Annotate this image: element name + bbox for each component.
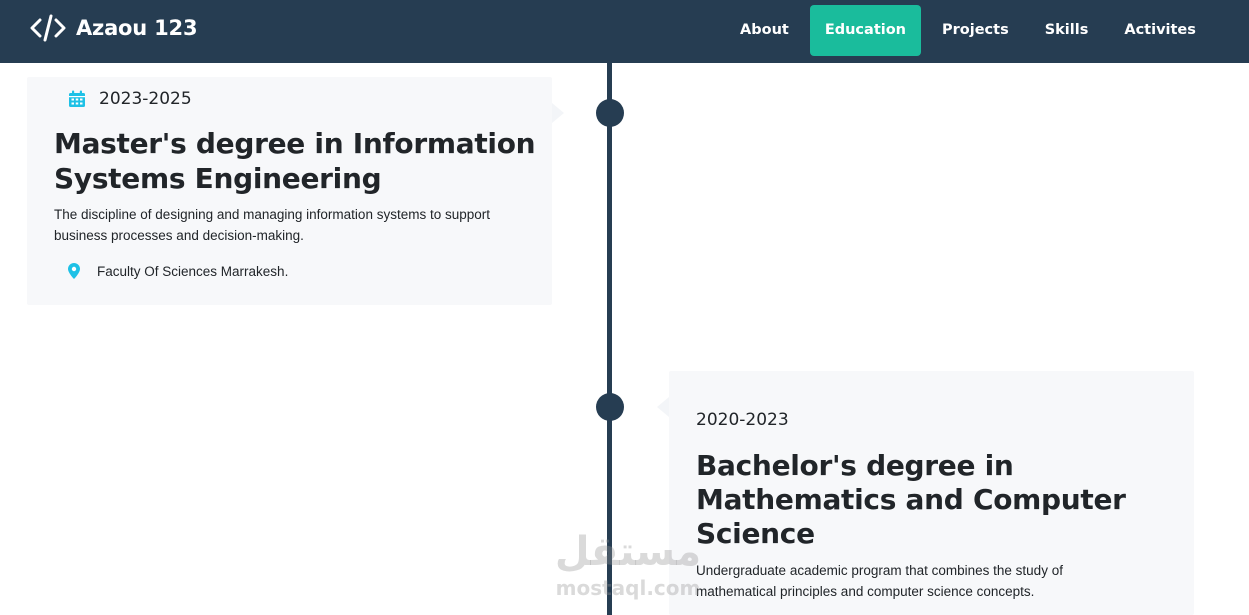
nav-activites[interactable]: Activites [1109, 5, 1211, 56]
nav-projects[interactable]: Projects [927, 5, 1024, 56]
location-row: Faculty Of Sciences Marrakesh. [68, 263, 288, 279]
date-row: 2020-2023 [696, 410, 789, 430]
calendar-icon [69, 90, 85, 107]
card-description: The discipline of designing and managing… [54, 207, 490, 243]
nav-menu: About Education Projects Skills Activite… [725, 5, 1217, 56]
brand-link[interactable]: Azaou 123 [30, 13, 198, 43]
map-marker-icon [68, 263, 80, 279]
watermark-sub: mostaql.com [555, 576, 701, 600]
brand-name: Azaou 123 [76, 16, 198, 40]
watermark-logo: مستقل mostaql.com [548, 528, 708, 608]
nav-education[interactable]: Education [809, 5, 922, 56]
code-icon [30, 14, 66, 42]
card-arrow [552, 103, 564, 123]
location-text: Faculty Of Sciences Marrakesh. [97, 263, 289, 279]
timeline-dot [596, 99, 624, 127]
card-arrow [657, 397, 669, 417]
card-title: Bachelor's degree in Mathematics and Com… [696, 449, 1126, 550]
watermark-main: مستقل [554, 529, 702, 575]
timeline-dot [596, 393, 624, 421]
nav-skills[interactable]: Skills [1030, 5, 1104, 56]
card-description: Undergraduate academic program that comb… [696, 563, 1063, 599]
navbar: Azaou 123 About Education Projects Skill… [0, 0, 1249, 63]
date-text: 2023-2025 [99, 89, 192, 109]
card-title: Master's degree in Information Systems E… [54, 127, 536, 195]
date-text: 2020-2023 [696, 410, 789, 430]
nav-about[interactable]: About [725, 5, 804, 56]
date-row: 2023-2025 [68, 89, 192, 109]
